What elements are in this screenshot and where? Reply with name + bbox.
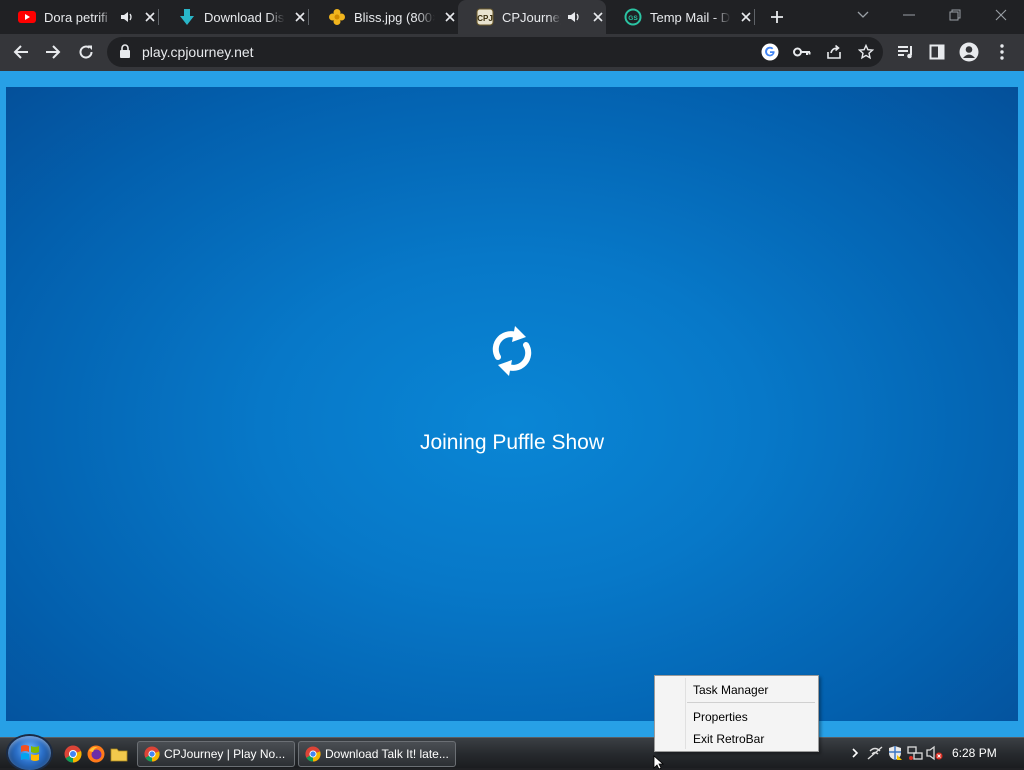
menu-item-task-manager[interactable]: Task Manager xyxy=(656,680,817,700)
image-file-icon xyxy=(328,8,346,26)
reload-icon xyxy=(79,45,93,59)
mouse-cursor-icon xyxy=(653,755,665,769)
tab-title: Bliss.jpg (800×6 xyxy=(354,9,435,25)
tab-separator xyxy=(308,9,309,25)
tab-title: Dora petrifi xyxy=(44,9,108,25)
more-vert-icon xyxy=(1000,44,1004,60)
tab-search-button[interactable] xyxy=(840,0,886,30)
close-window-button[interactable] xyxy=(978,0,1024,30)
bookmark-button[interactable] xyxy=(855,41,877,63)
tab-download-discord[interactable]: Download Disco xyxy=(160,0,308,34)
loading-message: Joining Puffle Show xyxy=(419,431,605,454)
speaker-icon[interactable] xyxy=(567,11,582,23)
menu-item-exit-retrobar[interactable]: Exit RetroBar xyxy=(656,729,817,749)
chrome-icon xyxy=(144,746,160,762)
lock-icon[interactable] xyxy=(119,44,131,59)
web-page: Joining Puffle Show xyxy=(0,71,1024,737)
youtube-icon xyxy=(18,8,36,26)
browser-toolbar: play.cpjourney.net xyxy=(0,34,1024,71)
star-icon xyxy=(858,44,874,60)
tab-close-icon[interactable] xyxy=(293,9,308,25)
minimize-button[interactable] xyxy=(886,0,932,30)
tab-strip: Dora petrifi Download Disco Bliss.jpg (8… xyxy=(0,0,1024,34)
share-icon xyxy=(827,44,841,59)
download-site-icon xyxy=(178,8,196,26)
volume-muted-icon[interactable] xyxy=(926,744,944,762)
chevron-down-icon xyxy=(857,11,869,18)
tab-separator xyxy=(754,9,755,25)
svg-text:GS: GS xyxy=(628,15,638,22)
new-tab-button[interactable] xyxy=(766,6,788,28)
taskbar: CPJourney | Play No... Download Talk It!… xyxy=(0,736,1024,770)
tab-close-icon[interactable] xyxy=(143,9,158,25)
tab-youtube[interactable]: Dora petrifi xyxy=(0,0,158,34)
tab-temp-mail[interactable]: GS Temp Mail - Disp xyxy=(606,0,754,34)
queue-music-icon xyxy=(898,46,912,59)
passwords-button[interactable] xyxy=(791,41,813,63)
taskbar-item-download-talk-it[interactable]: Download Talk It! late... xyxy=(298,741,456,767)
arrow-left-icon xyxy=(13,45,28,59)
minimize-icon xyxy=(903,14,915,16)
close-icon xyxy=(995,9,1007,21)
media-controls-button[interactable] xyxy=(891,37,921,67)
menu-item-properties[interactable]: Properties xyxy=(656,707,817,727)
tempmail-icon: GS xyxy=(624,8,642,26)
tab-close-icon[interactable] xyxy=(591,9,606,25)
security-center-icon[interactable] xyxy=(886,744,904,762)
google-translate-button[interactable] xyxy=(759,41,781,63)
avatar-icon xyxy=(959,42,979,62)
side-panel-icon xyxy=(929,44,945,60)
tab-title: Download Disco xyxy=(204,9,285,25)
restore-button[interactable] xyxy=(932,0,978,30)
share-button[interactable] xyxy=(823,41,845,63)
firefox-icon[interactable] xyxy=(87,745,105,763)
network-icon[interactable] xyxy=(906,744,924,762)
tab-title: Temp Mail - Disp xyxy=(650,9,731,25)
menu-separator xyxy=(687,702,815,703)
google-icon xyxy=(761,43,779,61)
taskbar-item-label: CPJourney | Play No... xyxy=(164,747,286,761)
cpj-icon: CPJ xyxy=(476,8,494,26)
network-disconnected-icon[interactable] xyxy=(866,744,884,762)
taskbar-item-label: Download Talk It! late... xyxy=(325,747,449,761)
plus-icon xyxy=(771,11,783,23)
key-icon xyxy=(793,47,811,57)
back-button[interactable] xyxy=(6,37,36,67)
svg-text:CPJ: CPJ xyxy=(477,14,493,23)
tray-expand-icon[interactable] xyxy=(846,744,864,762)
url-text[interactable]: play.cpjourney.net xyxy=(142,44,254,60)
tab-cpjourney[interactable]: CPJ CPJourney | xyxy=(458,0,606,34)
reload-button[interactable] xyxy=(71,37,101,67)
folder-icon[interactable] xyxy=(110,745,128,763)
profile-button[interactable] xyxy=(954,37,984,67)
tab-separator xyxy=(158,9,159,25)
start-button[interactable] xyxy=(8,736,51,770)
taskbar-item-cpjourney[interactable]: CPJourney | Play No... xyxy=(137,741,295,767)
forward-button[interactable] xyxy=(38,37,68,67)
address-bar[interactable]: play.cpjourney.net xyxy=(107,37,883,67)
tab-close-icon[interactable] xyxy=(443,9,458,25)
speaker-icon[interactable] xyxy=(120,11,135,23)
game-stage[interactable]: Joining Puffle Show xyxy=(6,87,1018,721)
chrome-icon[interactable] xyxy=(64,745,82,763)
arrow-right-icon xyxy=(46,45,61,59)
clock[interactable]: 6:28 PM xyxy=(952,746,997,760)
side-panel-button[interactable] xyxy=(922,37,952,67)
windows-logo-icon xyxy=(20,745,39,761)
tab-bliss-image[interactable]: Bliss.jpg (800×6 xyxy=(310,0,458,34)
tab-close-icon[interactable] xyxy=(739,9,754,25)
chrome-menu-button[interactable] xyxy=(987,37,1017,67)
restore-icon xyxy=(949,9,961,21)
taskbar-context-menu: Task Manager Properties Exit RetroBar xyxy=(654,675,819,752)
refresh-arrows-icon xyxy=(492,326,532,376)
tab-title: CPJourney | xyxy=(502,9,562,25)
chrome-icon xyxy=(305,746,321,762)
